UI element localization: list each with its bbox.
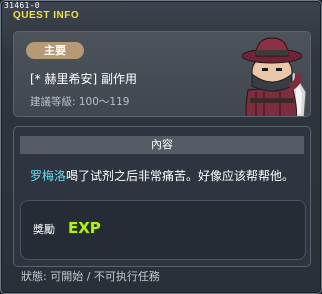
- quest-type-badge: 主要: [26, 42, 84, 59]
- quest-name: [* 赫里希安] 副作用: [30, 72, 137, 86]
- quest-info-window: 31461-0 QUEST INFO 主要 [* 赫里希安] 副作用 建議等級:…: [0, 0, 322, 294]
- content-section-header: 內容: [20, 136, 304, 154]
- quest-level-requirement: 建議等級: 100～119: [30, 96, 130, 108]
- reward-label: 獎勵: [33, 223, 55, 236]
- quest-description-text: 喝了试剂之后非常痛苦。好像应该帮帮他。: [66, 169, 295, 183]
- quest-description: 罗梅洛喝了试剂之后非常痛苦。好像应该帮帮他。: [30, 167, 294, 184]
- npc-name-link[interactable]: 罗梅洛: [30, 169, 66, 183]
- quest-status: 狀態: 可開始 / 不可执行任務: [21, 270, 160, 283]
- exp-icon: EXP: [67, 218, 101, 237]
- window-title: QUEST INFO: [13, 10, 80, 21]
- npc-portrait-icon: [241, 37, 307, 116]
- quest-header-panel: 主要 [* 赫里希安] 副作用 建議等級: 100～119: [13, 31, 311, 117]
- reward-box: 獎勵 EXP: [20, 200, 306, 260]
- window-titlebar[interactable]: 31461-0 QUEST INFO: [1, 1, 321, 25]
- quest-content-panel: 內容 罗梅洛喝了试剂之后非常痛苦。好像应该帮帮他。 獎勵 EXP: [13, 126, 311, 267]
- exp-text: EXP: [68, 219, 101, 237]
- quest-id: 31461-0: [4, 1, 40, 10]
